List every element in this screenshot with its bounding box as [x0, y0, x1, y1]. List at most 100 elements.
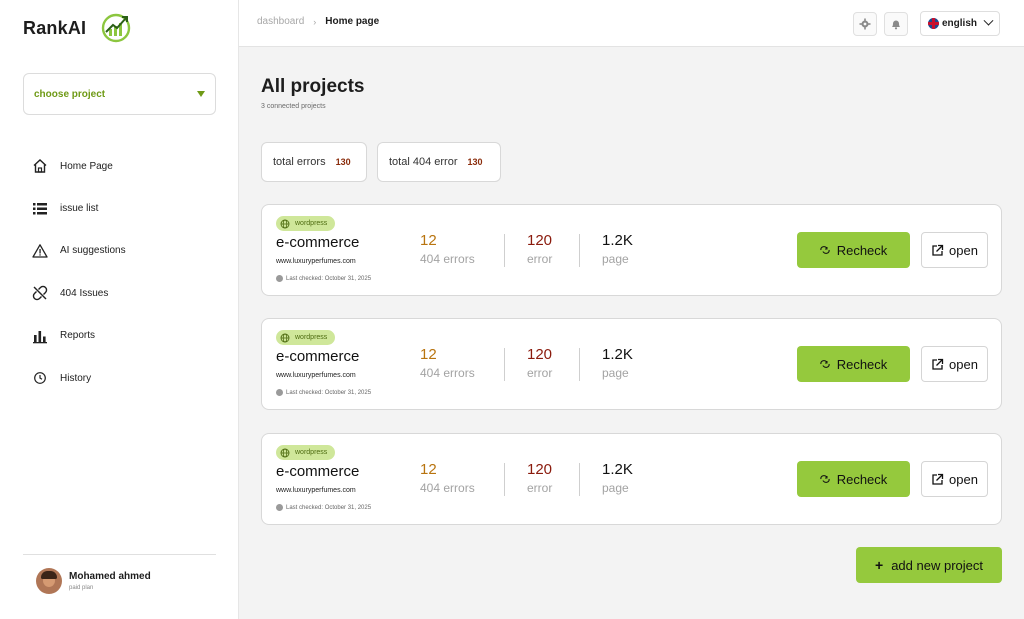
platform-tag-label: wordpress [295, 220, 328, 227]
metric-errors: 120 error [527, 346, 552, 380]
globe-icon [280, 448, 290, 457]
sidebar: RankAI choose project Home Page issue li… [0, 0, 239, 619]
last-checked: Last checked: October 31, 2025 [276, 275, 371, 282]
metric-pages: 1.2K page [602, 346, 633, 380]
project-url: www.luxuryperfumes.com [276, 258, 356, 265]
list-icon [32, 201, 48, 217]
last-checked: Last checked: October 31, 2025 [276, 389, 371, 396]
metric-label: 404 errors [420, 366, 475, 380]
top-bar: dashboard › Home page english [239, 0, 1024, 47]
sidebar-item-404-issues[interactable]: 404 Issues [23, 272, 216, 314]
project-url: www.luxuryperfumes.com [276, 487, 356, 494]
project-name: e-commerce [276, 348, 360, 365]
open-button[interactable]: open [921, 461, 988, 497]
open-button[interactable]: open [921, 232, 988, 268]
add-new-project-label: add new project [891, 557, 983, 573]
divider [504, 234, 505, 267]
metric-errors: 120 error [527, 232, 552, 266]
recheck-button[interactable]: Recheck [797, 461, 910, 497]
metric-value: 1.2K [602, 461, 633, 478]
warning-icon [32, 243, 48, 259]
divider [579, 463, 580, 496]
avatar [36, 568, 62, 594]
recheck-button[interactable]: Recheck [797, 232, 910, 268]
sidebar-item-label: Reports [60, 330, 96, 342]
metric-label: 404 errors [420, 481, 475, 495]
total-404-stat: total 404 error 130 [377, 142, 501, 182]
open-button[interactable]: open [921, 346, 988, 382]
breadcrumb-current: Home page [325, 16, 380, 27]
platform-tag: wordpress [276, 445, 336, 460]
metric-404-errors: 12 404 errors [420, 461, 475, 495]
external-link-icon [932, 473, 944, 485]
divider [504, 348, 505, 381]
recheck-button[interactable]: Recheck [797, 346, 910, 382]
bell-icon [892, 20, 900, 30]
globe-icon [280, 219, 290, 228]
language-select[interactable]: english [920, 11, 1000, 36]
metric-pages: 1.2K page [602, 461, 633, 495]
last-checked-text: Last checked: October 31, 2025 [286, 389, 372, 396]
last-checked-text: Last checked: October 31, 2025 [286, 275, 372, 282]
stat-value: 130 [467, 157, 483, 167]
external-link-icon [932, 244, 944, 256]
user-name: Mohamed ahmed [69, 571, 151, 582]
divider [579, 348, 580, 381]
brand[interactable]: RankAI [23, 12, 132, 44]
recheck-label: Recheck [836, 356, 888, 372]
metric-value: 120 [527, 232, 553, 249]
add-new-project-button[interactable]: + add new project [856, 547, 1002, 583]
sidebar-item-label: History [60, 372, 92, 384]
metric-value: 1.2K [602, 232, 633, 249]
user-profile[interactable]: Mohamed ahmed paid plan [36, 568, 151, 594]
page-subtitle: 3 connected projects [261, 103, 326, 110]
external-link-icon [932, 358, 944, 370]
total-errors-stat: total errors 130 [261, 142, 367, 182]
caret-down-icon [197, 91, 205, 97]
sidebar-item-issue-list[interactable]: issue list [23, 187, 216, 229]
divider [23, 554, 216, 555]
metric-errors: 120 error [527, 461, 552, 495]
platform-tag: wordpress [276, 330, 336, 345]
clock-icon [276, 275, 283, 282]
refresh-icon [820, 246, 830, 254]
last-checked-text: Last checked: October 31, 2025 [286, 504, 372, 511]
page-title: All projects [261, 76, 365, 97]
sidebar-item-ai-suggestions[interactable]: AI suggestions [23, 230, 216, 272]
platform-tag: wordpress [276, 216, 336, 231]
metric-label: error [527, 366, 553, 380]
metric-value: 120 [527, 461, 553, 478]
sidebar-item-reports[interactable]: Reports [23, 315, 216, 357]
breadcrumb-dashboard-link[interactable]: dashboard [257, 16, 304, 27]
notifications-button[interactable] [884, 12, 908, 36]
project-card: wordpress e-commerce www.luxuryperfumes.… [261, 318, 1002, 410]
clock-icon [276, 389, 283, 396]
last-checked: Last checked: October 31, 2025 [276, 504, 371, 511]
open-label: open [949, 471, 978, 487]
project-name: e-commerce [276, 463, 360, 480]
platform-tag-label: wordpress [295, 449, 328, 456]
sidebar-item-home[interactable]: Home Page [23, 145, 216, 187]
metric-404-errors: 12 404 errors [420, 232, 475, 266]
project-name: e-commerce [276, 234, 360, 251]
divider [504, 463, 505, 496]
clock-icon [32, 370, 48, 386]
project-select[interactable]: choose project [23, 73, 216, 115]
metric-label: page [602, 481, 629, 495]
metric-pages: 1.2K page [602, 232, 633, 266]
open-label: open [949, 242, 978, 258]
stat-value: 130 [335, 157, 351, 167]
sidebar-item-history[interactable]: History [23, 357, 216, 399]
metric-label: page [602, 366, 629, 380]
project-card: wordpress e-commerce www.luxuryperfumes.… [261, 433, 1002, 525]
metric-label: error [527, 252, 553, 266]
metric-label: page [602, 252, 629, 266]
settings-button[interactable] [853, 12, 877, 36]
user-plan: paid plan [69, 585, 94, 591]
refresh-icon [820, 475, 830, 483]
metric-value: 12 [420, 461, 437, 478]
platform-tag-label: wordpress [295, 334, 328, 341]
metric-label: error [527, 481, 553, 495]
project-card: wordpress e-commerce www.luxuryperfumes.… [261, 204, 1002, 296]
chevron-right-icon: › [313, 16, 317, 27]
